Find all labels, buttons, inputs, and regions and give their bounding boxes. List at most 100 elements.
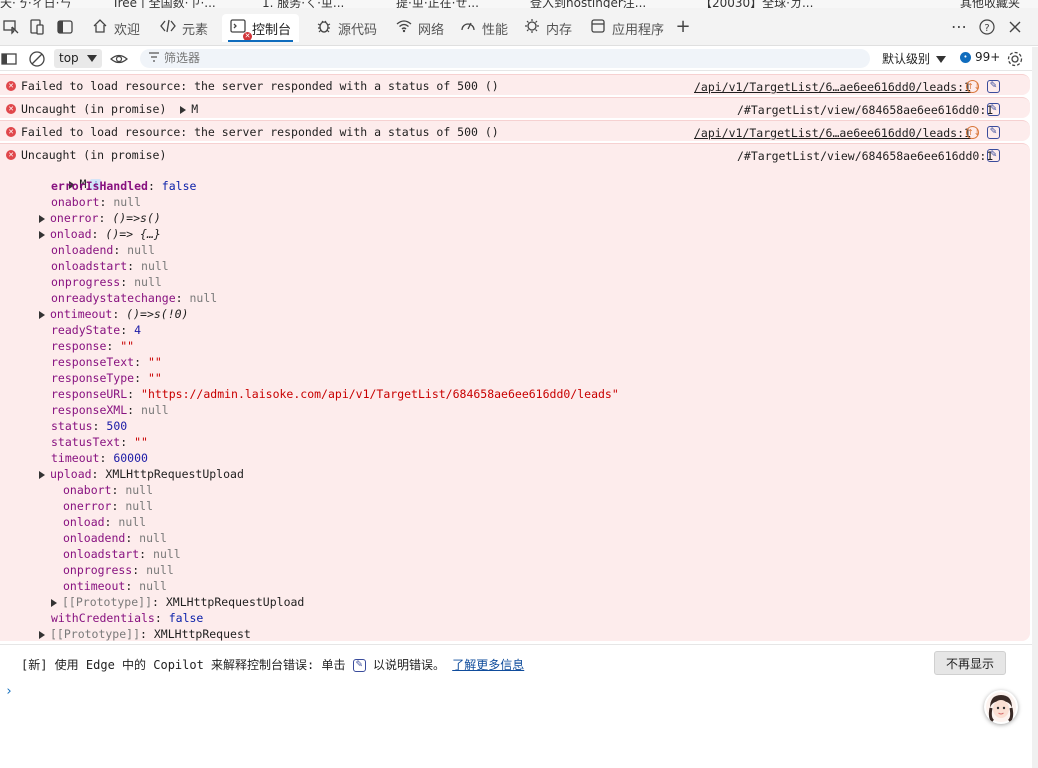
object-property: onloadstart: null (63, 547, 181, 561)
key-separator: : (91, 467, 106, 481)
property-key: onloadend (63, 531, 126, 545)
property-key: [[Prototype]] (62, 595, 153, 609)
property-key: timeout (51, 451, 100, 465)
property-key: ontimeout (63, 579, 126, 593)
tab-welcome[interactable]: 欢迎 (84, 14, 148, 42)
avatar[interactable] (984, 690, 1018, 724)
message-bubble-icon: • (960, 51, 971, 63)
property-key: onabort (51, 195, 100, 209)
network-request-icon[interactable]: ↑↓ (966, 126, 980, 139)
object-property[interactable]: onerror: ()=>s() (39, 211, 161, 225)
tab-label: 元素 (182, 22, 209, 38)
property-key: onabort (63, 483, 112, 497)
property-key: withCredentials (51, 611, 155, 625)
expand-triangle-icon[interactable] (39, 630, 45, 639)
console-error-row[interactable]: ✕ Failed to load resource: the server re… (0, 120, 1030, 141)
bookmark-item[interactable]: Tree | 全国数·ㄗ·... (112, 0, 216, 8)
settings-gear-icon[interactable] (1006, 50, 1024, 68)
copilot-explain-icon[interactable]: ✎ (987, 126, 1000, 139)
bookmark-item[interactable]: 提·ㄓ·正在·ㄝ... (396, 0, 479, 8)
expand-triangle-icon[interactable] (180, 105, 187, 114)
tab-sources[interactable]: 源代码 (308, 14, 385, 42)
message-count[interactable]: • 99+ (960, 50, 1000, 64)
property-value: 4 (134, 323, 142, 337)
sidebar-panel-icon[interactable] (0, 50, 18, 68)
hint-middle: 以说明错误。 (372, 658, 445, 672)
property-key: onerror (63, 499, 112, 513)
property-value: XMLHttpRequestUpload (165, 595, 305, 609)
object-property[interactable]: [[Prototype]]: XMLHttpRequestUpload (51, 595, 305, 609)
bookmark-item[interactable]: 【20030】全球·ㄉ... (700, 0, 813, 8)
copilot-explain-icon[interactable]: ✎ (987, 149, 1000, 162)
clear-console-icon[interactable] (28, 50, 46, 68)
tab-console[interactable]: ✕ 控制台 (222, 14, 300, 42)
key-separator: : (132, 563, 147, 577)
property-value: null (141, 403, 169, 417)
devtools-tabbar: 欢迎 元素 ✕ 控制台 源代码 网络 性能 内存 应用程序 + ⋯ ? (0, 8, 1038, 46)
console-error-expanded[interactable]: ✕ Uncaught (in promise) /#TargetList/vie… (0, 143, 1030, 641)
hint-text: [新] 使用 Edge 中的 Copilot 来解释控制台错误: 单击 ✎ 以说… (21, 656, 524, 673)
copilot-hint-bar: [新] 使用 Edge 中的 Copilot 来解释控制台错误: 单击 ✎ 以说… (0, 644, 1032, 680)
copilot-explain-icon[interactable]: ✎ (987, 80, 1000, 93)
learn-more-link[interactable]: 了解更多信息 (452, 658, 524, 672)
source-link[interactable]: /api/v1/TargetList/6…ae6ee616dd0/leads:1 (694, 126, 971, 140)
bookmark-item[interactable]: 其他收藏夹 (960, 0, 1020, 8)
bookmark-item[interactable]: 登入到hostinger注... (530, 0, 646, 8)
chevron-down-icon (87, 55, 97, 62)
context-select[interactable]: top (54, 49, 102, 68)
tab-application[interactable]: 应用程序 (582, 14, 672, 42)
object-property[interactable]: onload: ()=> {…} (39, 227, 161, 241)
property-value: null (134, 275, 162, 289)
expand-triangle-icon[interactable] (51, 598, 57, 607)
filter-input[interactable] (140, 49, 870, 68)
app-icon (590, 18, 606, 38)
tab-elements[interactable]: 元素 (152, 14, 216, 42)
error-object[interactable]: M (191, 102, 198, 116)
sidebar-toggle-icon[interactable] (56, 18, 74, 36)
key-separator: : (154, 611, 169, 625)
tab-network[interactable]: 网络 (388, 14, 452, 42)
object-property[interactable]: upload: XMLHttpRequestUpload (39, 467, 244, 481)
tab-performance[interactable]: 性能 (452, 14, 516, 42)
source-link[interactable]: /api/v1/TargetList/6…ae6ee616dd0/leads:1 (694, 80, 971, 94)
copilot-explain-icon[interactable]: ✎ (987, 103, 1000, 116)
console-error-row[interactable]: ✕ Failed to load resource: the server re… (0, 74, 1030, 95)
close-icon[interactable] (1006, 18, 1024, 36)
context-value: top (59, 51, 79, 65)
code-icon (160, 18, 176, 38)
inspect-icon[interactable] (2, 18, 20, 36)
add-tab-icon[interactable]: + (674, 18, 692, 36)
log-levels-select[interactable]: 默认级别 (882, 50, 947, 67)
bookmark-item[interactable]: 天·ㄋ·ㄔ日·ㄣ (0, 0, 71, 8)
property-key: upload (50, 467, 92, 481)
scrollbar[interactable] (1032, 47, 1038, 768)
property-key: [[Prototype]] (50, 627, 141, 641)
expand-triangle-icon[interactable] (39, 470, 45, 479)
key-separator: : (134, 371, 148, 385)
object-property: responseXML: null (51, 403, 169, 417)
console-error-row[interactable]: ✕ Uncaught (in promise) M /#TargetList/v… (0, 97, 1030, 118)
source-link[interactable]: /#TargetList/view/684658ae6ee616dd0:1 (737, 149, 993, 163)
bookmark-item[interactable]: 1. 服务·ㄑ·ㄓ... (262, 0, 344, 8)
dont-show-again-button[interactable]: 不再显示 (934, 651, 1006, 675)
key-separator: : (125, 579, 140, 593)
expand-triangle-icon[interactable] (39, 214, 45, 223)
eye-icon[interactable] (110, 50, 128, 68)
expand-triangle-icon[interactable] (39, 310, 45, 319)
help-icon[interactable]: ? (978, 18, 996, 36)
key-separator: : (111, 499, 126, 513)
property-key: onloadstart (51, 259, 128, 273)
object-property[interactable]: [[Prototype]]: XMLHttpRequest (39, 627, 251, 641)
key-separator: : (134, 355, 148, 369)
more-options-icon[interactable]: ⋯ (950, 18, 968, 36)
property-value: null (141, 259, 169, 273)
tab-memory[interactable]: 内存 (516, 14, 580, 42)
property-value: null (139, 579, 167, 593)
source-link[interactable]: /#TargetList/view/684658ae6ee616dd0:1 (737, 103, 993, 117)
console-prompt[interactable]: › (5, 684, 13, 699)
device-emulation-icon[interactable] (28, 18, 46, 36)
object-property: ontimeout: null (63, 579, 167, 593)
expand-triangle-icon[interactable] (39, 230, 45, 239)
network-request-icon[interactable]: ↑↓ (966, 80, 980, 93)
object-property[interactable]: ontimeout: ()=>s(!0) (39, 307, 188, 321)
